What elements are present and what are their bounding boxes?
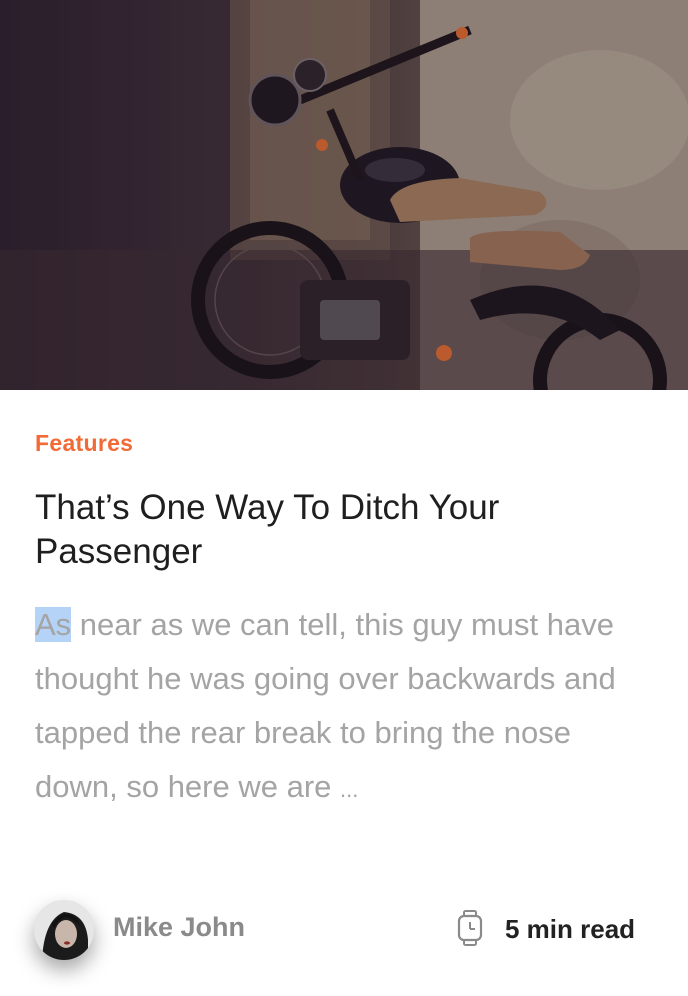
watch-icon	[457, 910, 483, 946]
article-excerpt: As near as we can tell, this guy must ha…	[35, 598, 660, 817]
article-category[interactable]: Features	[35, 430, 133, 457]
article-title[interactable]: That’s One Way To Ditch Your Passenger	[35, 486, 655, 574]
author-name[interactable]: Mike John	[113, 912, 245, 943]
excerpt-ellipsis: ...	[340, 777, 359, 802]
hero-image	[0, 0, 688, 390]
excerpt-text: near as we can tell, this guy must have …	[35, 607, 616, 804]
read-time: 5 min read	[505, 914, 636, 944]
motorcycle-illustration	[0, 0, 688, 390]
author-avatar[interactable]	[34, 900, 94, 960]
avatar-photo	[34, 900, 94, 960]
selected-text: As	[35, 607, 72, 642]
